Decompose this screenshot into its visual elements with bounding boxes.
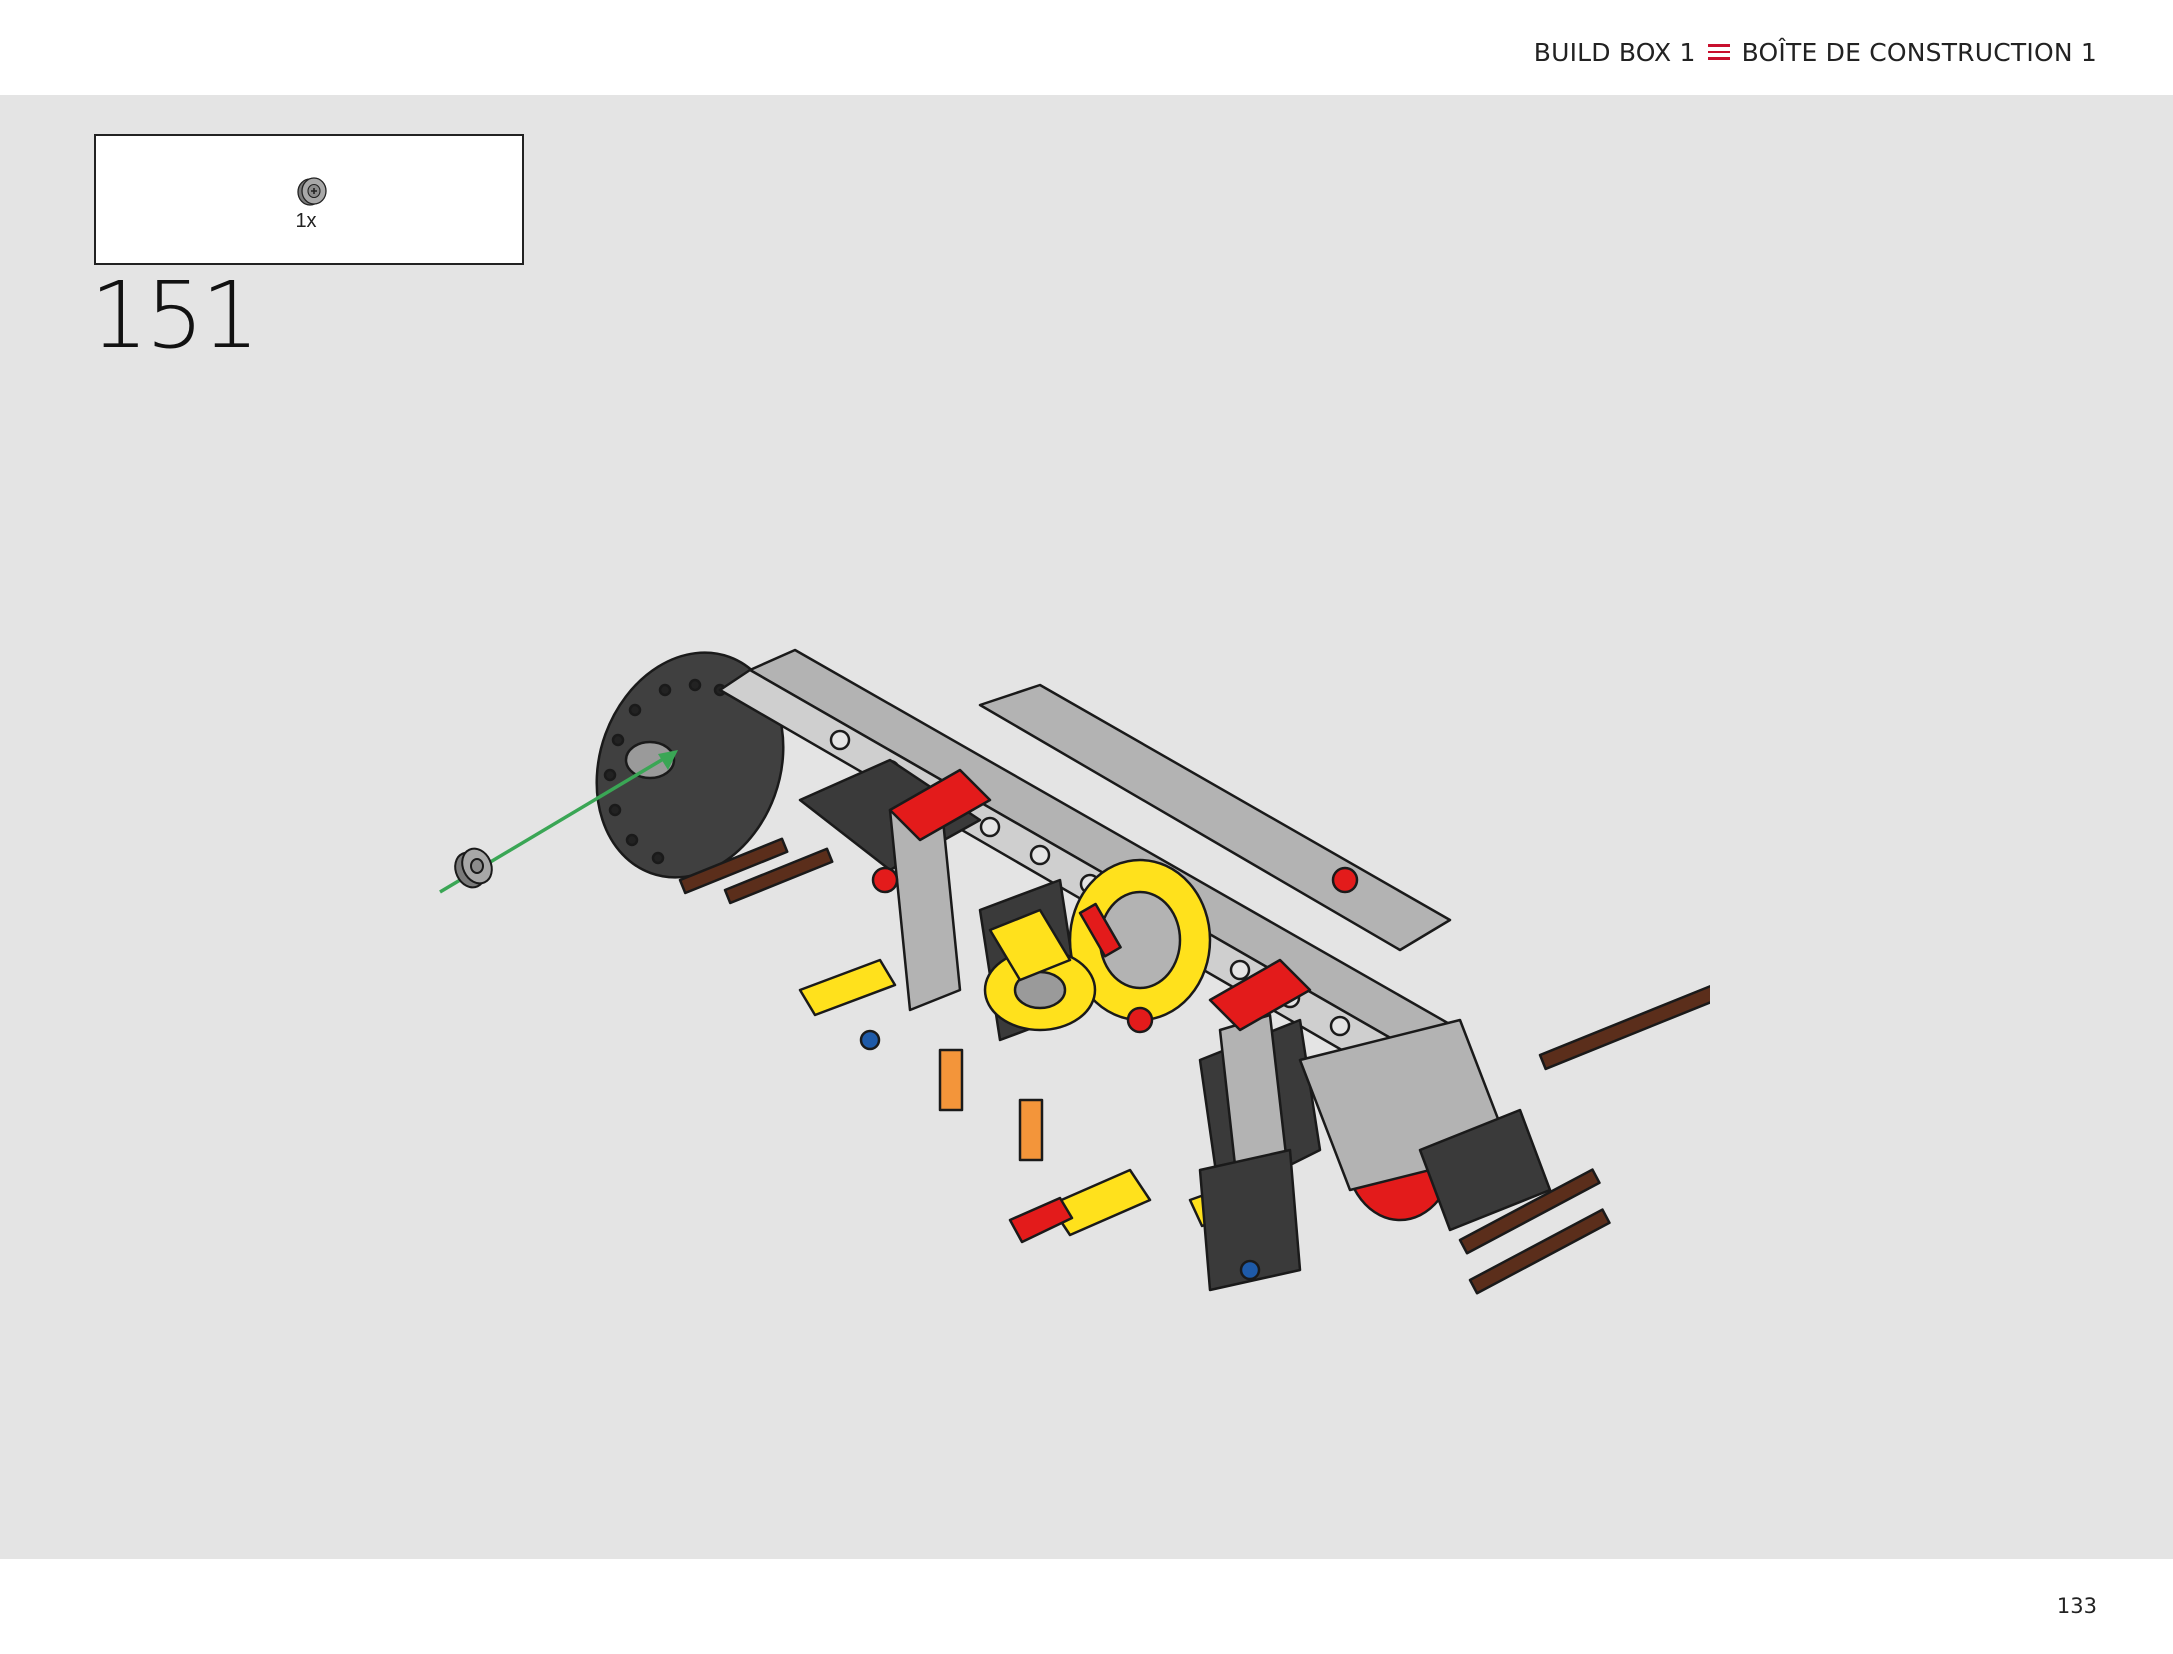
build-box-title-fr: BOÎTE DE CONSTRUCTION 1 xyxy=(1741,37,2097,67)
build-box-title: BUILD BOX 1 BOÎTE DE CONSTRUCTION 1 xyxy=(1534,32,2097,72)
step-number: 151 xyxy=(90,262,260,369)
part-quantity: 1x xyxy=(295,210,317,232)
bush-connector-icon xyxy=(297,177,327,206)
page-footer: 133 xyxy=(0,1559,2173,1654)
page-header: BUILD BOX 1 BOÎTE DE CONSTRUCTION 1 xyxy=(0,0,2173,95)
parts-callout: 1x xyxy=(94,134,524,265)
page-number: 133 xyxy=(2056,1594,2097,1618)
menu-lines-icon xyxy=(1707,44,1730,60)
lego-chassis-illustration xyxy=(439,648,1710,1295)
build-box-title-en: BUILD BOX 1 xyxy=(1533,37,1696,67)
